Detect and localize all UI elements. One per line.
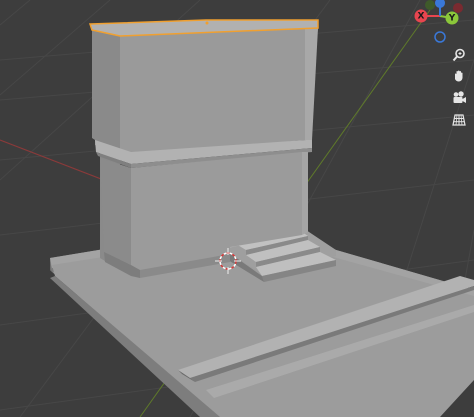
grid-icon (452, 114, 466, 126)
pan-button[interactable] (449, 66, 469, 86)
hand-icon (455, 70, 463, 82)
camera-view-button[interactable] (449, 88, 469, 108)
gizmo-neg-x-icon[interactable] (453, 3, 463, 13)
3d-viewport[interactable]: X Y (0, 0, 474, 417)
camera-icon (453, 91, 466, 103)
object-origin-icon (205, 21, 209, 25)
perspective-toggle-button[interactable] (449, 110, 469, 130)
gizmo-neg-y-icon[interactable] (425, 0, 435, 10)
zoom-button[interactable] (449, 45, 469, 65)
magnifier-icon (452, 48, 465, 62)
gizmo-y-label: Y (448, 14, 456, 24)
gizmo-x-label: X (418, 12, 425, 22)
